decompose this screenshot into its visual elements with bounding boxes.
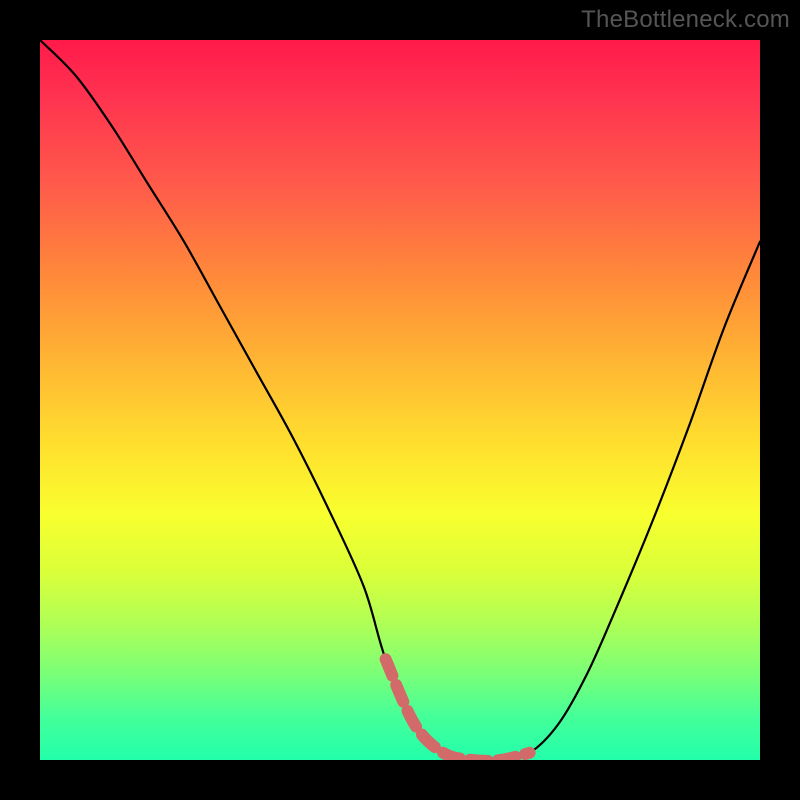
watermark-text: TheBottleneck.com xyxy=(581,6,790,34)
bottleneck-curve-path xyxy=(40,40,760,760)
highlight-band-path xyxy=(386,659,530,760)
chart-svg xyxy=(40,40,760,760)
plot-area xyxy=(40,40,760,760)
